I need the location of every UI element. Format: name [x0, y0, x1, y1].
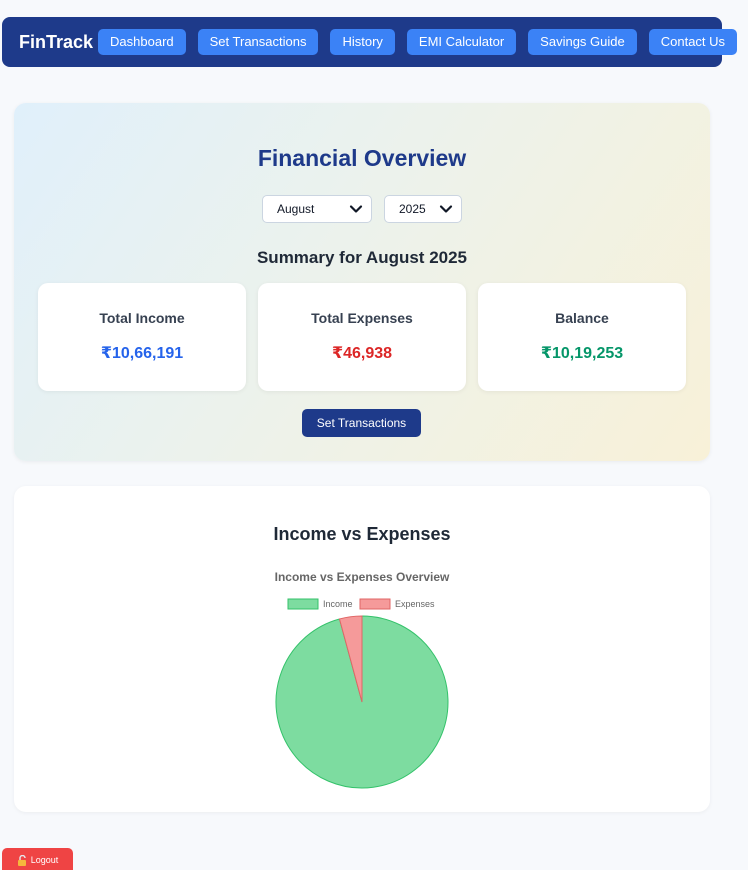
month-select-value: August [277, 202, 315, 216]
navbar: FinTrack Dashboard Set Transactions Hist… [2, 17, 738, 67]
year-select-value: 2025 [399, 202, 426, 216]
logout-button[interactable]: Logout [2, 848, 73, 870]
chart-legend: Income Expenses [287, 598, 435, 610]
total-income-value: ₹10,66,191 [100, 345, 184, 362]
total-income-label: Total Income [99, 310, 185, 326]
chart-title: Income vs Expenses Overview [275, 570, 450, 584]
balance-label: Balance [555, 310, 609, 326]
financial-overview-card: Financial Overview August 2025 Summary f… [14, 103, 710, 461]
chevron-down-icon [439, 205, 453, 213]
legend-swatch-income[interactable] [287, 598, 319, 610]
nav-set-transactions[interactable]: Set Transactions [197, 29, 319, 55]
month-select[interactable]: August [262, 195, 372, 223]
nav-dashboard[interactable]: Dashboard [98, 29, 186, 55]
total-expenses-value: ₹46,938 [331, 345, 393, 362]
total-income-card: Total Income ₹10,66,191 [38, 283, 246, 391]
logout-label: Logout [30, 855, 59, 865]
pie-chart: Income vs Expenses Overview Income Expens… [275, 570, 450, 789]
brand-logo[interactable]: FinTrack [19, 32, 93, 53]
nav-savings-guide[interactable]: Savings Guide [528, 29, 637, 55]
income-vs-expenses-card: Income vs Expenses Income vs Expenses Ov… [14, 486, 710, 812]
nav-history[interactable]: History [330, 29, 395, 55]
chevron-down-icon [349, 205, 363, 213]
page-title: Financial Overview [257, 145, 467, 171]
total-expenses-card: Total Expenses ₹46,938 [258, 283, 466, 391]
legend-swatch-expenses[interactable] [359, 598, 391, 610]
legend-label-income: Income [323, 599, 353, 609]
year-select[interactable]: 2025 [384, 195, 462, 223]
nav-contact-us[interactable]: Contact Us [648, 29, 738, 55]
legend-label-expenses: Expenses [395, 599, 435, 609]
unlock-icon [17, 854, 26, 866]
balance-value: ₹10,19,253 [540, 345, 624, 362]
set-transactions-button[interactable]: Set Transactions [302, 409, 421, 437]
nav-emi-calculator[interactable]: EMI Calculator [406, 29, 517, 55]
pie-slices [275, 615, 449, 789]
balance-card: Balance ₹10,19,253 [478, 283, 686, 391]
total-expenses-label: Total Expenses [311, 310, 413, 326]
summary-title: Summary for August 2025 [256, 248, 468, 267]
